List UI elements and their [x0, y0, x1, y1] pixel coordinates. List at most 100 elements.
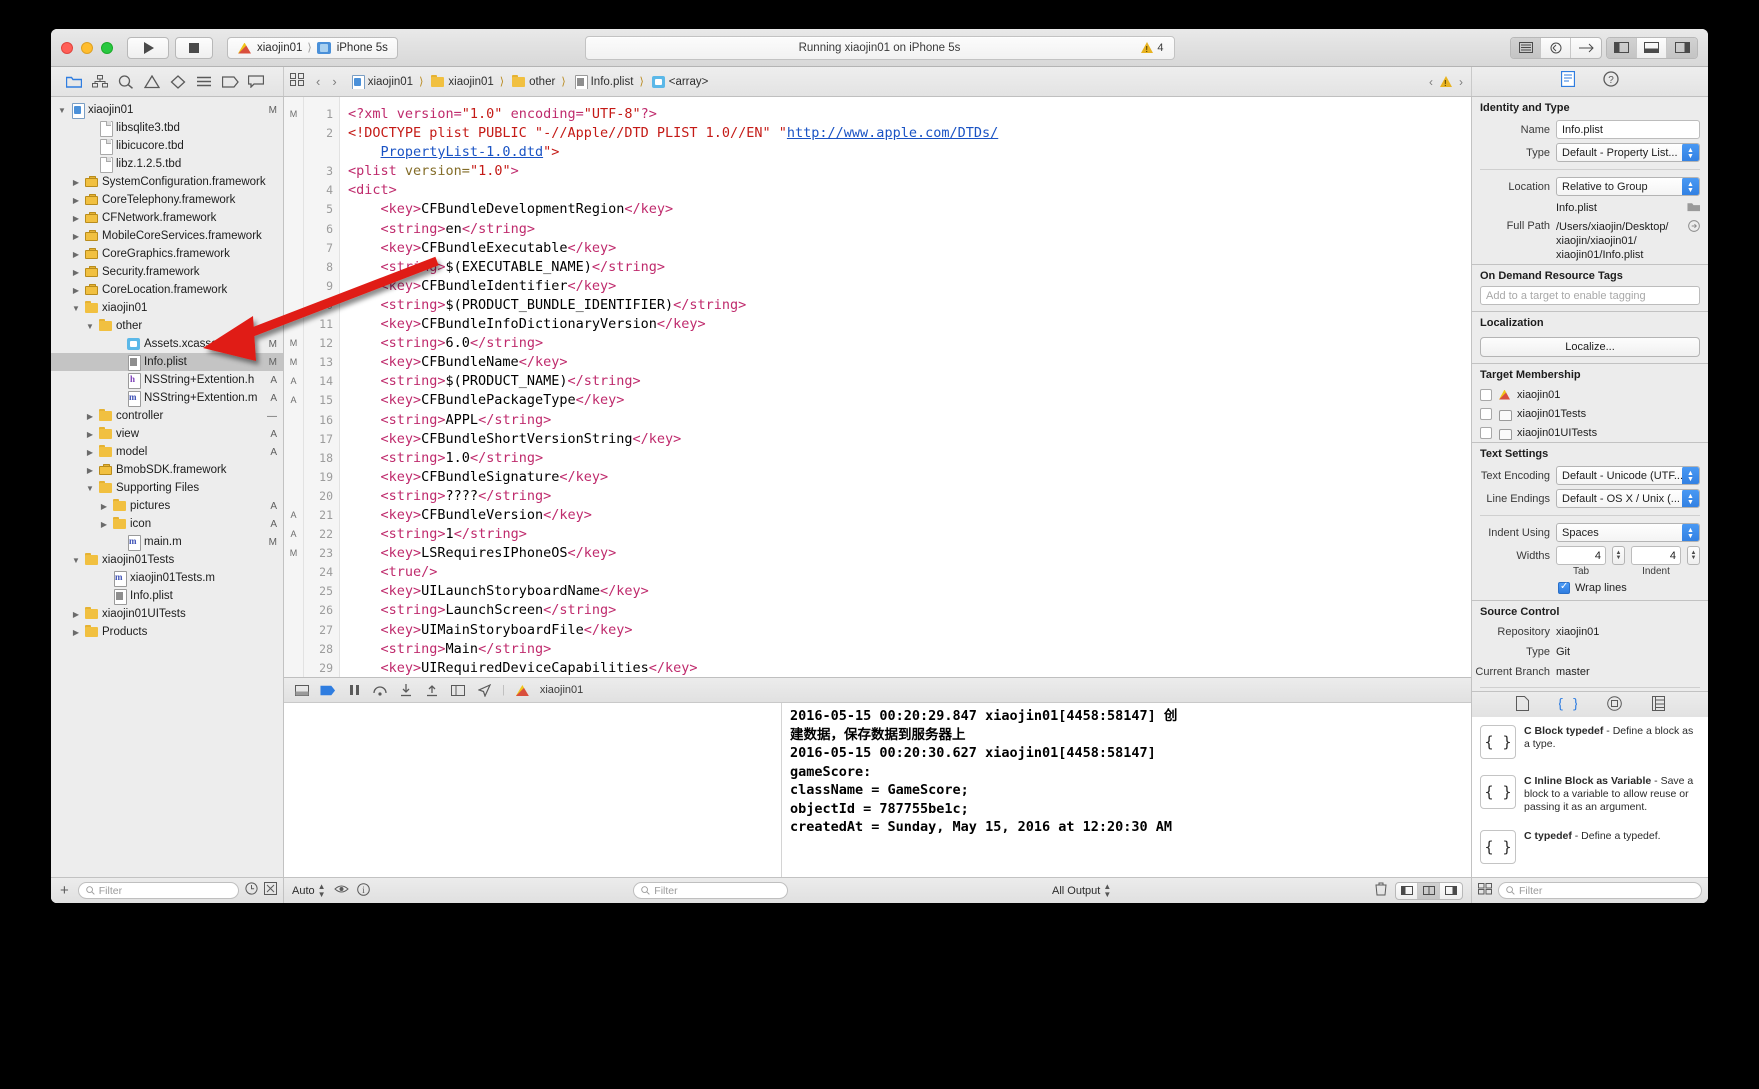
show-console-button[interactable]: [1440, 883, 1462, 899]
code-snippet-library[interactable]: { } C Block typedef - Define a block as a…: [1472, 717, 1708, 877]
tree-row[interactable]: ▶ MobileCoreServices.framework: [51, 227, 283, 245]
variables-eye-button[interactable]: [333, 884, 349, 897]
code-line[interactable]: PropertyList-1.0.dtd">: [348, 143, 1471, 162]
show-both-panes-button[interactable]: [1418, 882, 1440, 899]
related-items-button[interactable]: [290, 72, 305, 91]
code-line[interactable]: <string>$(EXECUTABLE_NAME)</string>: [348, 258, 1471, 277]
recent-files-filter-button[interactable]: [245, 881, 258, 900]
disclosure-triangle-open-icon[interactable]: ▼: [85, 322, 95, 331]
tree-row[interactable]: ▼ xiaojin01 M: [51, 101, 283, 119]
library-item[interactable]: { } C Block typedef - Define a block as a…: [1472, 717, 1708, 767]
add-file-button[interactable]: +: [57, 882, 72, 899]
tree-row[interactable]: ▶ icon A: [51, 515, 283, 533]
jump-bar-history[interactable]: ‹ ›: [311, 74, 342, 89]
code-line[interactable]: <key>UIRequiredDeviceCapabilities</key>: [348, 659, 1471, 677]
code-line[interactable]: <?xml version="1.0" encoding="UTF-8"?>: [348, 105, 1471, 124]
localize-button[interactable]: Localize...: [1480, 337, 1700, 357]
variables-view[interactable]: [284, 703, 782, 877]
code-line[interactable]: <string>LaunchScreen</string>: [348, 601, 1471, 620]
tree-row[interactable]: libicucore.tbd: [51, 137, 283, 155]
wrap-lines-checkbox[interactable]: [1558, 581, 1570, 594]
breadcrumb-item-0[interactable]: xiaojin01 ⟩: [348, 74, 429, 89]
quick-help-inspector-tab[interactable]: ?: [1603, 71, 1619, 92]
tree-row[interactable]: main.m M: [51, 533, 283, 551]
disclosure-triangle-open-icon[interactable]: ▼: [71, 556, 81, 565]
encoding-popup[interactable]: Default - Unicode (UTF... ▲ ▼: [1556, 466, 1700, 485]
standard-editor-button[interactable]: [1511, 37, 1541, 58]
disclosure-triangle-closed-icon[interactable]: ▶: [71, 214, 81, 223]
tab-width-stepper[interactable]: ▲ ▼: [1612, 546, 1625, 565]
window-controls[interactable]: [61, 41, 113, 54]
code-line[interactable]: <key>CFBundleInfoDictionaryVersion</key>: [348, 315, 1471, 334]
clear-console-button[interactable]: [1375, 882, 1387, 899]
code-line[interactable]: <key>CFBundleSignature</key>: [348, 468, 1471, 487]
toggle-inspector-button[interactable]: [1667, 37, 1697, 58]
run-button[interactable]: [127, 36, 169, 59]
library-item[interactable]: { } C Inline Block as Variable - Save a b…: [1472, 767, 1708, 822]
warning-indicator[interactable]: 4: [1141, 42, 1164, 54]
tree-row[interactable]: xiaojin01Tests.m: [51, 569, 283, 587]
tab-width-field[interactable]: 4: [1556, 546, 1606, 565]
tree-row[interactable]: Assets.xcassets M: [51, 335, 283, 353]
version-editor-button[interactable]: [1571, 38, 1601, 58]
find-navigator-tab[interactable]: [113, 67, 139, 97]
tree-row[interactable]: ▶ model A: [51, 443, 283, 461]
file-tree[interactable]: ▼ xiaojin01 Mlibsqlite3.tbd libicucore.tbd l…: [51, 97, 283, 877]
file-inspector-tab[interactable]: [1560, 70, 1576, 92]
simulate-location-button[interactable]: [476, 683, 492, 697]
target-checkbox[interactable]: [1480, 407, 1492, 420]
output-scope-popup[interactable]: All Output ▲ ▼: [1052, 882, 1111, 899]
jump-bar-right-controls[interactable]: ‹ ›: [1429, 75, 1471, 89]
disclosure-triangle-closed-icon[interactable]: ▶: [71, 610, 81, 619]
tree-row[interactable]: NSString+Extention.m A: [51, 389, 283, 407]
indent-width-field[interactable]: 4: [1631, 546, 1681, 565]
tree-row[interactable]: libz.1.2.5.tbd: [51, 155, 283, 173]
disclosure-triangle-closed-icon[interactable]: ▶: [71, 268, 81, 277]
code-line[interactable]: <key>CFBundleExecutable</key>: [348, 239, 1471, 258]
disclosure-triangle-closed-icon[interactable]: ▶: [85, 448, 95, 457]
debug-navigator-tab[interactable]: [191, 67, 217, 97]
back-button[interactable]: ‹: [311, 74, 325, 89]
tree-row[interactable]: ▶ pictures A: [51, 497, 283, 515]
forward-button[interactable]: ›: [327, 74, 341, 89]
name-field[interactable]: Info.plist: [1556, 120, 1700, 139]
tree-row[interactable]: NSString+Extention.h A: [51, 371, 283, 389]
scheme-selector[interactable]: xiaojin01 ⟩ iPhone 5s: [227, 36, 398, 59]
code-line[interactable]: <!DOCTYPE plist PUBLIC "-//Apple//DTD PL…: [348, 124, 1471, 143]
code-line[interactable]: <string>APPL</string>: [348, 411, 1471, 430]
tree-row[interactable]: ▼ xiaojin01: [51, 299, 283, 317]
disclosure-triangle-closed-icon[interactable]: ▶: [71, 232, 81, 241]
code-line[interactable]: <key>LSRequiresIPhoneOS</key>: [348, 544, 1471, 563]
navigator-selector-bar[interactable]: [51, 67, 284, 96]
code-line[interactable]: <string>Main</string>: [348, 640, 1471, 659]
minimize-button[interactable]: [81, 41, 93, 54]
tree-row[interactable]: ▶ SystemConfiguration.framework: [51, 173, 283, 191]
code-line[interactable]: <true/>: [348, 563, 1471, 582]
close-button[interactable]: [61, 41, 73, 54]
step-out-button[interactable]: [424, 684, 440, 697]
source-control-filter-button[interactable]: [264, 881, 277, 900]
tree-row[interactable]: libsqlite3.tbd: [51, 119, 283, 137]
location-popup[interactable]: Relative to Group ▲ ▼: [1556, 177, 1700, 196]
tree-row[interactable]: ▶ Security.framework: [51, 263, 283, 281]
titlebar-right-controls[interactable]: [1510, 36, 1698, 59]
view-panels-group[interactable]: [1606, 36, 1698, 59]
tree-row[interactable]: ▶ view A: [51, 425, 283, 443]
auto-scope-popup[interactable]: Auto ▲ ▼: [292, 882, 326, 899]
file-inspector-content[interactable]: Identity and Type Name Info.plist Type D…: [1472, 97, 1708, 691]
debug-toolbar[interactable]: | xiaojin01: [284, 677, 1471, 703]
reveal-in-finder-button[interactable]: [1688, 220, 1700, 235]
variables-info-button[interactable]: i: [356, 882, 370, 899]
library-grid-button[interactable]: [1478, 882, 1492, 900]
disclosure-triangle-closed-icon[interactable]: ▶: [99, 520, 109, 529]
library-selector-bar[interactable]: { }: [1472, 691, 1708, 717]
type-popup[interactable]: Default - Property List... ▲ ▼: [1556, 143, 1700, 162]
breakpoints-activate-icon[interactable]: [320, 685, 336, 696]
code-line[interactable]: <string>6.0</string>: [348, 334, 1471, 353]
breadcrumb-item-1[interactable]: xiaojin01 ⟩: [428, 74, 509, 89]
pause-button[interactable]: [346, 684, 362, 696]
test-navigator-tab[interactable]: [165, 67, 191, 97]
code-line[interactable]: <string>en</string>: [348, 220, 1471, 239]
target-membership-row[interactable]: xiaojin01: [1472, 385, 1708, 404]
line-endings-popup[interactable]: Default - OS X / Unix (... ▲ ▼: [1556, 489, 1700, 508]
